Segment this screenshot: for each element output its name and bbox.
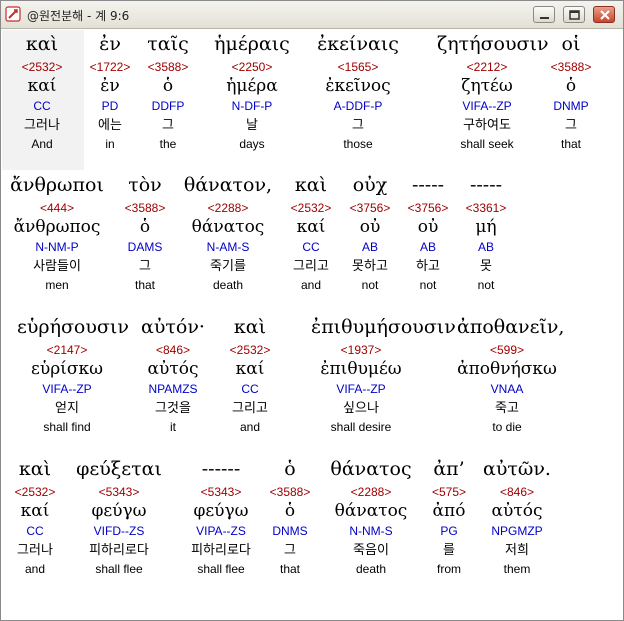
korean-gloss: 날 xyxy=(246,118,258,133)
korean-gloss: 그 xyxy=(565,118,577,133)
app-icon[interactable] xyxy=(5,6,21,22)
morphology-code: VIFD--ZS xyxy=(93,524,145,538)
word-column[interactable]: ἐκείναις <1565> ἐκεῖνος A-DDF-P 그 those xyxy=(308,33,408,155)
greek-word: ἡμέραις xyxy=(214,33,290,55)
greek-word: αὐτῶν. xyxy=(483,458,551,480)
greek-word: φεύξεται xyxy=(76,458,162,480)
strong-number: <2250> xyxy=(231,60,273,74)
lemma: μή xyxy=(475,217,497,237)
english-gloss: men xyxy=(45,278,69,292)
title-bar[interactable]: @원전분해 - 계 9:6 xyxy=(1,1,623,29)
greek-word: ἐπιθυμήσουσιν xyxy=(311,316,456,338)
strong-number: <3361> xyxy=(465,201,507,215)
lemma: ἐκεῖνος xyxy=(325,76,391,96)
english-gloss: and xyxy=(239,420,261,434)
lemma: ὁ xyxy=(565,76,577,96)
close-icon xyxy=(600,10,610,20)
strong-number: <5343> xyxy=(98,485,140,499)
lemma: καί xyxy=(235,359,265,379)
greek-word: εὑρήσουσιν xyxy=(17,316,129,338)
morphology-code: A-DDF-P xyxy=(333,99,383,113)
word-column[interactable]: ἀποθανεῖν, <599> ἀποθνήσκω VNAA 죽고 to die xyxy=(457,316,565,438)
word-column[interactable]: ἐπιθυμήσουσιν <1937> ἐπιθυμέω VIFA--ZP 싶으나 sh… xyxy=(311,316,456,438)
word-column[interactable]: καὶ <2532> καί CC 그리고 and xyxy=(200,316,300,438)
lemma: φεύγω xyxy=(91,501,147,521)
word-column[interactable]: εὑρήσουσιν <2147> εὑρίσκω VIFA--ZP 얻지 shall f… xyxy=(17,316,129,438)
english-gloss: those xyxy=(343,137,373,151)
strong-number: <599> xyxy=(489,343,525,357)
english-gloss: to die xyxy=(492,420,522,434)
greek-word: καὶ xyxy=(233,316,267,338)
strong-number: <1937> xyxy=(340,343,382,357)
english-gloss: shall find xyxy=(43,420,91,434)
morphology-code: AB xyxy=(477,240,494,254)
english-gloss: shall flee xyxy=(95,562,143,576)
lemma: ἀποθνήσκω xyxy=(457,359,557,379)
korean-gloss: 그 xyxy=(352,118,364,133)
interlinear-panel: καὶ <2532> καί CC 그러나 And ἐν <1722> ἐν PD 에는 in ταῖς… xyxy=(1,29,623,620)
korean-gloss: 피하리로다 xyxy=(89,543,149,558)
greek-word: ----- xyxy=(469,174,503,196)
morphology-code: N-DF-P xyxy=(231,99,273,113)
lemma: ἡμέρα xyxy=(226,76,278,96)
minimize-button[interactable] xyxy=(533,6,555,23)
korean-gloss: 죽고 xyxy=(495,401,519,416)
close-button[interactable] xyxy=(593,6,615,23)
english-gloss: that xyxy=(560,137,581,151)
window-title: @원전분해 - 계 9:6 xyxy=(27,9,130,23)
strong-number: <444> xyxy=(39,201,75,215)
korean-gloss: 저희 xyxy=(505,543,529,558)
app-window: @원전분해 - 계 9:6 καὶ <2532> καί CC 그러나 And ἐν <172… xyxy=(0,0,624,621)
strong-number: <1565> xyxy=(337,60,379,74)
morphology-code: DNMP xyxy=(553,99,589,113)
lemma: αὐτός xyxy=(491,501,543,521)
lemma: ἄνθρωπος xyxy=(13,217,101,237)
korean-gloss: 사람들이 xyxy=(33,259,81,274)
maximize-button[interactable] xyxy=(563,6,585,23)
greek-word: ἐκείναις xyxy=(317,33,399,55)
english-gloss: days xyxy=(239,137,265,151)
word-column[interactable]: οἱ <3588> ὁ DNMP 그 that xyxy=(521,33,621,155)
lemma: ἐπιθυμέω xyxy=(320,359,402,379)
minimize-icon xyxy=(540,17,549,19)
strong-number: <2532> xyxy=(229,343,271,357)
morphology-code: N-NM-P xyxy=(35,240,79,254)
greek-word: ἀποθανεῖν, xyxy=(457,316,565,338)
strong-number: <846> xyxy=(499,485,535,499)
morphology-code: VIFA--ZP xyxy=(42,382,92,396)
morphology-code: NPGMZP xyxy=(491,524,543,538)
morphology-code: VIFA--ZP xyxy=(336,382,386,396)
greek-word: οἱ xyxy=(561,33,581,55)
korean-gloss: 못 xyxy=(480,259,492,274)
word-column[interactable]: ἄνθρωποι <444> ἄνθρωπος N-NM-P 사람들이 men xyxy=(7,174,107,296)
word-column[interactable]: αὐτῶν. <846> αὐτός NPGMZP 저희 them xyxy=(467,458,567,580)
word-column[interactable]: ----- <3361> μή AB 못 not xyxy=(436,174,536,296)
morphology-code: CC xyxy=(241,382,259,396)
korean-gloss: 얻지 xyxy=(55,401,79,416)
lemma: εὑρίσκω xyxy=(31,359,103,379)
maximize-icon xyxy=(569,10,580,20)
strong-number: <3588> xyxy=(550,60,592,74)
english-gloss: them xyxy=(503,562,531,576)
strong-number: <2147> xyxy=(46,343,88,357)
korean-gloss: 그리고 xyxy=(232,401,268,416)
greek-word: ἄνθρωποι xyxy=(10,174,104,196)
word-column[interactable]: ἡμέραις <2250> ἡμέρα N-DF-P 날 days xyxy=(202,33,302,155)
morphology-code: VNAA xyxy=(490,382,524,396)
english-gloss: not xyxy=(477,278,495,292)
korean-gloss: 싶으나 xyxy=(343,401,379,416)
word-column[interactable]: φεύξεται <5343> φεύγω VIFD--ZS 피하리로다 shall fl… xyxy=(69,458,169,580)
english-gloss: shall desire xyxy=(330,420,392,434)
